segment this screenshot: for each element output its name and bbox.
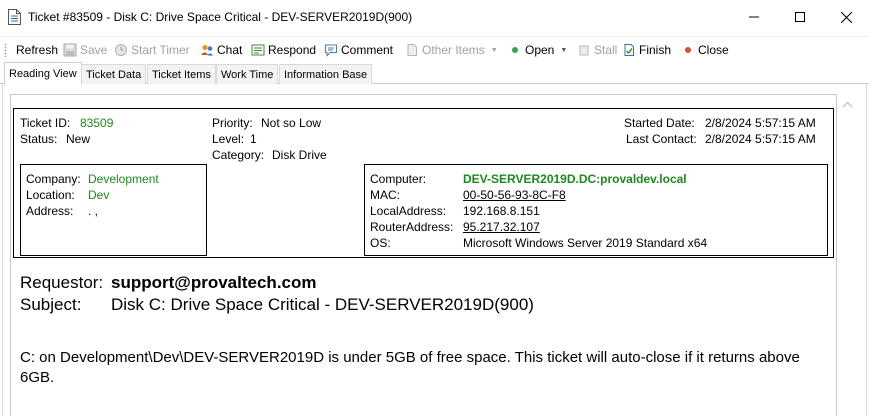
status-dot-icon (508, 43, 522, 57)
requestor-label: Requestor: (20, 273, 104, 292)
os-value: Microsoft Windows Server 2019 Standard x… (463, 236, 708, 250)
tab-ticket-data[interactable]: Ticket Data (81, 64, 147, 84)
chevron-down-icon: ▼ (490, 46, 498, 54)
priority-value: Not so Low (261, 116, 322, 130)
stall-label: Stall (594, 43, 618, 57)
timer-icon (114, 43, 128, 57)
status-dot-icon (681, 43, 695, 57)
open-status-button[interactable]: Open ▼ (508, 41, 567, 59)
started-date-label: Started Date: (624, 116, 695, 130)
tab-label: Reading View (9, 68, 77, 80)
window-title: Ticket #83509 - Disk C: Drive Space Crit… (28, 10, 413, 24)
location-value: Dev (88, 188, 110, 202)
finish-icon (622, 43, 636, 57)
close-ticket-button[interactable]: Close (681, 41, 729, 59)
minimize-icon (749, 16, 759, 18)
save-label: Save (80, 43, 108, 57)
respond-button[interactable]: Respond (251, 41, 316, 59)
priority-label: Priority: (212, 116, 253, 130)
start-timer-label: Start Timer (131, 43, 190, 57)
tab-strip: Reading View Ticket Data Ticket Items Wo… (0, 62, 869, 85)
chevron-up-icon[interactable] (842, 101, 853, 108)
address-label: Address: (26, 204, 74, 218)
document-icon (8, 9, 21, 25)
message-body: C: on Development\Dev\DEV-SERVER2019D is… (20, 349, 800, 386)
save-icon (63, 43, 77, 57)
finish-label: Finish (639, 43, 672, 57)
other-items-button[interactable]: Other Items ▼ (405, 41, 498, 59)
tab-information-base[interactable]: Information Base (279, 64, 373, 84)
tab-ticket-items[interactable]: Ticket Items (147, 64, 216, 84)
category-label: Category: (212, 148, 265, 162)
category-value: Disk Drive (272, 148, 327, 162)
toolbar-grip[interactable] (4, 43, 7, 57)
refresh-button[interactable]: Refresh (16, 41, 58, 59)
close-window-button[interactable] (823, 0, 869, 34)
tab-label: Ticket Items (152, 68, 211, 81)
subject-value: Disk C: Drive Space Critical - DEV-SERVE… (111, 295, 534, 314)
status-label: Status: (20, 132, 58, 146)
toolbar: Refresh Save Start Timer Chat Respond Co… (0, 36, 869, 62)
save-button[interactable]: Save (63, 41, 107, 59)
mac-address-link[interactable]: 00-50-56-93-8C-F8 (463, 187, 566, 203)
respond-icon (251, 43, 265, 57)
local-address-value: 192.168.8.151 (463, 204, 540, 218)
maximize-icon (795, 12, 805, 22)
computer-name-link[interactable]: DEV-SERVER2019D.DC:provaldev.local (463, 171, 687, 187)
minimize-button[interactable] (731, 0, 777, 34)
requestor-email: support@provaltech.com (111, 273, 317, 292)
vertical-scrollbar[interactable] (838, 86, 856, 416)
tab-label: Ticket Data (86, 68, 142, 81)
other-items-label: Other Items (422, 43, 485, 57)
respond-label: Respond (268, 43, 317, 57)
router-address-label: RouterAddress: (370, 220, 454, 234)
ticket-id-value: 83509 (80, 116, 114, 130)
subject-label: Subject: (20, 295, 82, 314)
last-contact-label: Last Contact: (626, 132, 697, 146)
title-bar: Ticket #83509 - Disk C: Drive Space Crit… (0, 0, 869, 36)
maximize-button[interactable] (777, 0, 823, 34)
started-date-value: 2/8/2024 5:57:15 AM (705, 116, 816, 130)
level-label: Level: (212, 132, 245, 146)
level-value: 1 (250, 132, 257, 146)
open-label: Open (525, 43, 555, 57)
tab-label: Work Time (221, 68, 274, 81)
os-label: OS: (370, 236, 391, 250)
close-icon (840, 11, 852, 23)
close-label: Close (698, 43, 729, 57)
chat-button[interactable]: Chat (200, 41, 242, 59)
comment-label: Comment (341, 43, 394, 57)
mac-label: MAC: (370, 188, 400, 202)
last-contact-value: 2/8/2024 5:57:15 AM (705, 132, 816, 146)
address-value: . , (88, 204, 99, 218)
document-icon (405, 43, 419, 57)
computer-label: Computer: (370, 172, 427, 186)
tab-reading-view[interactable]: Reading View (4, 62, 82, 85)
company-label: Company: (26, 172, 81, 186)
chat-label: Chat (217, 43, 243, 57)
finish-button[interactable]: Finish (622, 41, 671, 59)
company-value: Development (88, 172, 159, 186)
start-timer-button[interactable]: Start Timer (114, 41, 190, 59)
refresh-label: Refresh (16, 43, 59, 57)
router-address-link[interactable]: 95.217.32.107 (463, 219, 540, 235)
ticket-id-label: Ticket ID: (20, 116, 71, 130)
local-address-label: LocalAddress: (370, 204, 447, 218)
stall-icon (577, 43, 591, 57)
chevron-down-icon: ▼ (560, 46, 568, 54)
tab-work-time[interactable]: Work Time (216, 64, 279, 84)
chat-icon (200, 43, 214, 57)
comment-button[interactable]: Comment (324, 41, 393, 59)
tab-label: Information Base (284, 68, 368, 81)
stall-button[interactable]: Stall (577, 41, 617, 59)
comment-icon (324, 43, 338, 57)
location-label: Location: (26, 188, 75, 202)
status-value: New (66, 132, 91, 146)
